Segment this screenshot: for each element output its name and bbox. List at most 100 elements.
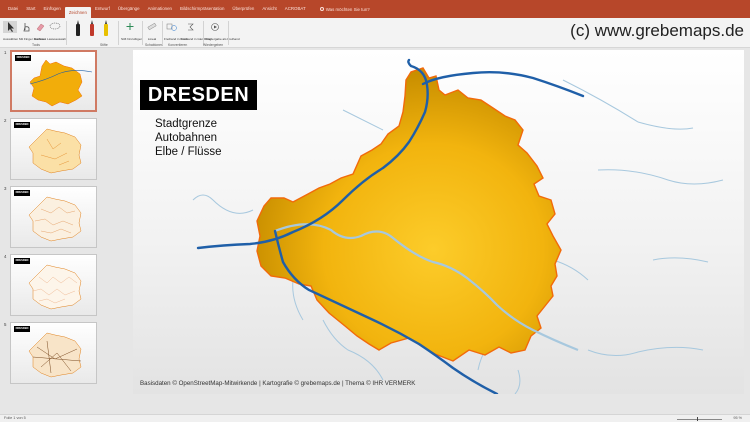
thumbnail-title: DRESDEN <box>14 326 30 332</box>
finger-icon <box>23 23 30 32</box>
thumbnail-title: DRESDEN <box>14 258 30 264</box>
slide-thumbnail-pane: 1 DRESDEN 2 DRESDEN 3 DRESDEN 4 DRESDEN … <box>0 48 128 414</box>
map-credit: Basisdaten © OpenStreetMap-Mitwirkende |… <box>140 380 416 387</box>
watermark-text: (c) www.grebemaps.de <box>570 21 744 40</box>
pen-black[interactable] <box>75 20 81 36</box>
slide-thumbnail-2[interactable]: 2 DRESDEN <box>4 118 124 180</box>
city-boundary <box>256 67 562 362</box>
add-pen-button[interactable]: Stift hinzufügen <box>121 20 143 42</box>
replay-group-label: Wiedergeben <box>203 43 224 47</box>
draw-with-finger-label: Mit Finger zeichnen <box>19 37 46 41</box>
highlighter-yellow[interactable] <box>103 20 109 36</box>
cursor-icon <box>3 21 17 33</box>
ribbon-tab-bar: Datei Start Einfügen Zeichnen Entwurf Üb… <box>0 0 750 18</box>
powerpoint-window: Datei Start Einfügen Zeichnen Entwurf Üb… <box>0 0 750 422</box>
ink-to-math-label: Freihand in Gleichung <box>181 37 212 41</box>
tools-group-label: Tools <box>32 43 40 47</box>
tab-animationen[interactable]: Animationen <box>144 4 176 14</box>
pen-body <box>76 24 80 36</box>
tab-zeichnen[interactable]: Zeichnen <box>64 6 91 18</box>
slide-number: 1 <box>4 50 7 55</box>
ink-to-math-button[interactable]: Freihand in Gleichung <box>181 20 212 42</box>
thumbnail-map <box>29 59 93 107</box>
slide-title: DRESDEN <box>147 84 250 106</box>
slide-editor: DRESDEN Stadtgrenze Autobahnen Elbe / Fl… <box>128 48 750 414</box>
slide-canvas[interactable]: DRESDEN Stadtgrenze Autobahnen Elbe / Fl… <box>133 50 744 394</box>
thumbnail-title: DRESDEN <box>14 190 30 196</box>
slide-title-box: DRESDEN <box>140 80 257 110</box>
zoom-slider-thumb[interactable] <box>697 416 699 421</box>
eraser-button[interactable]: Radierer <box>34 20 46 42</box>
legend-autobahnen: Autobahnen <box>155 132 218 144</box>
ink-replay-label: Wiedergabe als Freihand <box>205 37 240 41</box>
lasso-select-button[interactable]: Lassoauswahl <box>47 20 67 42</box>
thumbnail-title: DRESDEN <box>14 122 30 128</box>
ruler-button[interactable]: Lineal <box>145 20 159 42</box>
tab-acrobat[interactable]: ACROBAT <box>281 4 310 14</box>
tab-start[interactable]: Start <box>22 4 39 14</box>
thumbnail-title: DRESDEN <box>15 55 31 61</box>
plus-icon <box>126 23 134 30</box>
tab-ueberpruefen[interactable]: Überprüfen <box>228 4 258 14</box>
slide-number: 5 <box>4 322 7 327</box>
select-tool-button[interactable]: Auswählen <box>3 20 19 42</box>
slide-thumbnail-frame: DRESDEN <box>10 118 97 180</box>
tab-einfuegen[interactable]: Einfügen <box>40 4 65 14</box>
math-icon <box>188 23 194 31</box>
slide-number: 2 <box>4 118 7 123</box>
zoom-slider[interactable] <box>677 416 722 421</box>
tell-me-search[interactable]: Was möchten Sie tun? <box>310 7 370 12</box>
slide-thumbnail-3[interactable]: 3 DRESDEN <box>4 186 124 248</box>
add-pen-label: Stift hinzufügen <box>121 37 143 41</box>
thumbnail-map <box>28 264 82 310</box>
ruler-label: Lineal <box>147 37 157 41</box>
slide-number: 3 <box>4 186 7 191</box>
tell-me-text: Was möchten Sie tun? <box>325 6 370 12</box>
lightbulb-icon <box>319 7 324 11</box>
ink-replay-button[interactable]: Wiedergabe als Freihand <box>205 20 240 42</box>
pen-red[interactable] <box>89 20 95 36</box>
replay-icon <box>211 23 219 31</box>
ink-to-shape-label: Freihand in Form <box>164 37 188 41</box>
tab-uebergaenge[interactable]: Übergänge <box>114 4 144 14</box>
slide-counter: Folie 1 von 5 <box>4 416 26 420</box>
group-separator <box>162 21 163 45</box>
stencils-group-label: Schablonen <box>145 43 163 47</box>
ruler-icon <box>147 22 157 31</box>
legend-fluesse: Elbe / Flüsse <box>155 146 222 158</box>
slide-thumbnail-frame: DRESDEN <box>10 50 97 112</box>
slide-thumbnail-frame: DRESDEN <box>10 322 97 384</box>
lasso-select-label: Lassoauswahl <box>47 37 67 41</box>
zoom-level[interactable]: 95 % <box>733 415 742 422</box>
legend-stadtgrenze: Stadtgrenze <box>155 118 218 130</box>
tab-bildschirmpraesentation[interactable]: Bildschirmpräsentation <box>176 4 228 14</box>
group-separator <box>228 21 229 45</box>
slide-thumbnail-4[interactable]: 4 DRESDEN <box>4 254 124 316</box>
thumbnail-map <box>28 196 82 242</box>
ink-to-shape-button[interactable]: Freihand in Form <box>164 20 188 42</box>
status-bar: Folie 1 von 5 95 % <box>0 414 750 422</box>
thumbnail-map <box>28 332 82 378</box>
map-legend: Stadtgrenze Autobahnen Elbe / Flüsse <box>155 117 221 159</box>
slide-thumbnail-1[interactable]: 1 DRESDEN <box>4 50 124 112</box>
slide-thumbnail-frame: DRESDEN <box>10 186 97 248</box>
group-separator <box>118 21 119 45</box>
slide-thumbnail-5[interactable]: 5 DRESDEN <box>4 322 124 384</box>
tab-entwurf[interactable]: Entwurf <box>91 4 114 14</box>
tab-ansicht[interactable]: Ansicht <box>258 4 280 14</box>
eraser-label: Radierer <box>34 37 46 41</box>
pen-body <box>104 24 108 36</box>
pen-body <box>90 24 94 36</box>
lasso-icon <box>49 22 61 30</box>
eraser-icon <box>36 23 45 32</box>
slide-number: 4 <box>4 254 7 259</box>
pens-group-label: Stifte <box>100 43 108 47</box>
draw-with-finger-button[interactable]: Mit Finger zeichnen <box>19 20 46 42</box>
group-separator <box>66 21 67 45</box>
select-tool-label: Auswählen <box>3 37 19 41</box>
group-separator <box>142 21 143 45</box>
convert-group-label: Konvertieren <box>168 43 188 47</box>
tab-datei[interactable]: Datei <box>4 4 22 14</box>
slide-thumbnail-frame: DRESDEN <box>10 254 97 316</box>
shapes-icon <box>166 23 177 31</box>
